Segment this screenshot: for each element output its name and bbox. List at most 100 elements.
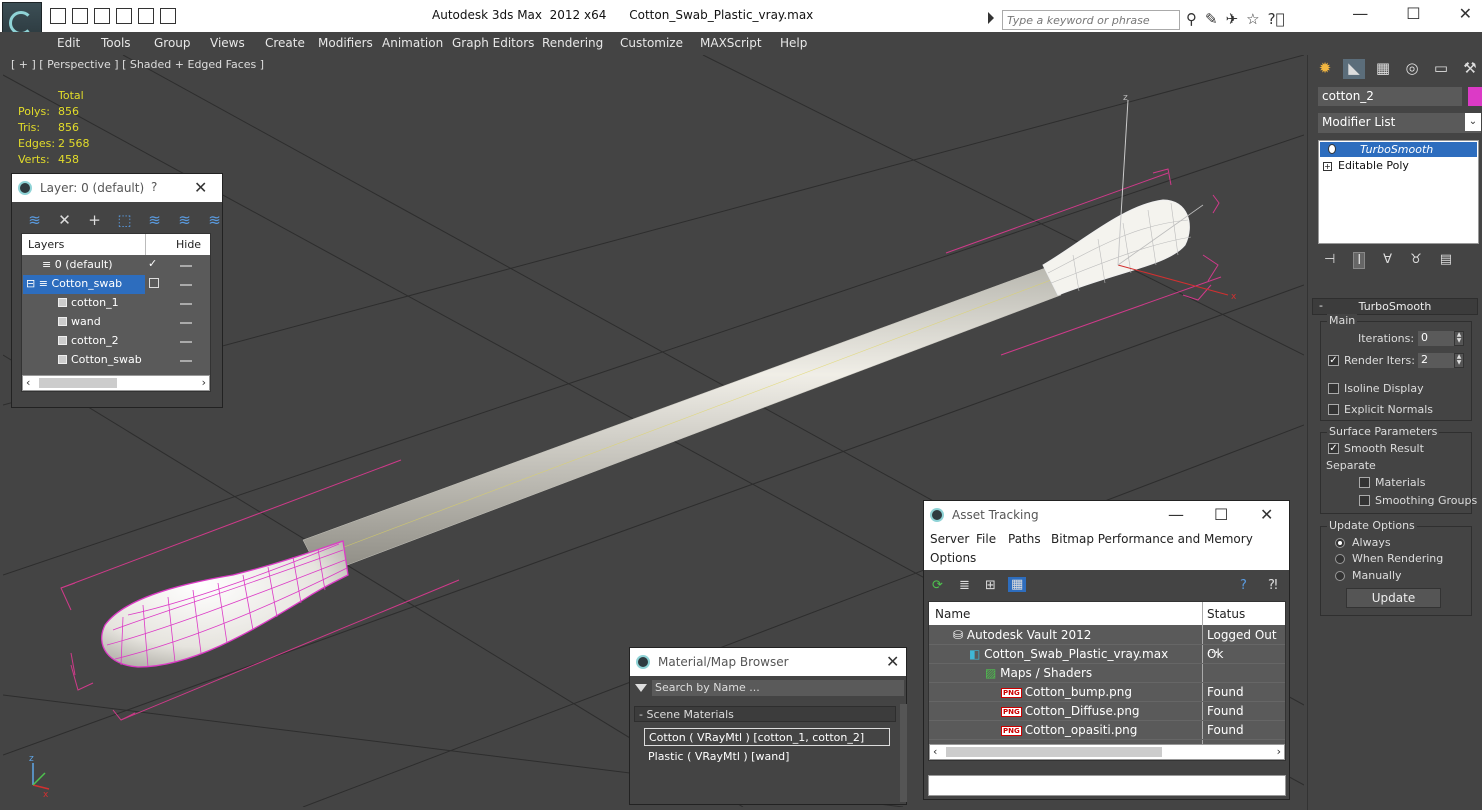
- menu-help[interactable]: Help: [780, 36, 807, 50]
- undo-icon[interactable]: [138, 8, 154, 24]
- asset-row[interactable]: PNG Cotton_Diffuse.png Found: [929, 702, 1285, 721]
- stack-item-turbosmooth[interactable]: TurboSmooth: [1320, 142, 1477, 157]
- asset-row[interactable]: ⛁ Autodesk Vault 2012 Logged Out ...: [929, 626, 1285, 656]
- layers-hscrollbar[interactable]: ‹ ›: [22, 375, 210, 391]
- close-icon[interactable]: ✕: [194, 178, 207, 197]
- render-iters-spinner[interactable]: 2: [1418, 353, 1454, 368]
- binoculars-icon[interactable]: ⚲: [1186, 10, 1197, 28]
- layer-object-row[interactable]: Cotton_swab: [22, 351, 210, 370]
- remove-modifier-icon[interactable]: ♉: [1410, 252, 1422, 269]
- close-icon[interactable]: ✕: [1459, 4, 1472, 23]
- highlight-layer-icon[interactable]: ≋: [146, 211, 163, 229]
- separate-materials-checkbox[interactable]: [1359, 477, 1370, 488]
- scroll-thumb[interactable]: [39, 378, 117, 388]
- show-end-result-icon[interactable]: I: [1353, 252, 1366, 269]
- material-item-cotton[interactable]: Cotton ( VRayMtl ) [cotton_1, cotton_2]: [644, 728, 890, 746]
- maximize-icon[interactable]: ☐: [1406, 4, 1420, 23]
- collapse-icon[interactable]: ⊟: [26, 277, 35, 290]
- stack-item-editable-poly[interactable]: + Editable Poly: [1323, 159, 1409, 172]
- scene-materials-group[interactable]: - Scene Materials: [634, 706, 896, 722]
- viewport-label-menu[interactable]: [ + ] [ Perspective ] [ Shaded + Edged F…: [11, 58, 264, 71]
- menu-graph-editors[interactable]: Graph Editors: [452, 36, 534, 50]
- explicit-normals-checkbox[interactable]: [1328, 404, 1339, 415]
- hierarchy-tab-icon[interactable]: ▦: [1372, 59, 1394, 79]
- active-check-icon[interactable]: ✓: [148, 257, 157, 270]
- modifier-list-dropdown[interactable]: Modifier List ⌄: [1318, 113, 1481, 133]
- communication-icon[interactable]: ✈: [1226, 10, 1239, 28]
- hide-all-icon[interactable]: ≋: [176, 211, 193, 229]
- create-layer-icon[interactable]: ≋: [26, 211, 43, 229]
- add-selection-icon[interactable]: +: [86, 211, 103, 229]
- layer-row[interactable]: ≡ 0 (default) ✓: [22, 256, 210, 275]
- material-browser-titlebar[interactable]: Material/Map Browser ✕: [630, 648, 906, 676]
- asset-hscrollbar[interactable]: ‹ ›: [929, 744, 1285, 760]
- isoline-display-checkbox[interactable]: [1328, 383, 1339, 394]
- update-button[interactable]: Update: [1346, 588, 1441, 608]
- create-tab-icon[interactable]: ✹: [1314, 59, 1336, 79]
- context-help-icon[interactable]: ⁈: [1268, 578, 1278, 593]
- col-layers-header[interactable]: Layers: [28, 238, 64, 251]
- modify-tab-icon[interactable]: ◣: [1343, 59, 1365, 79]
- material-vscrollbar[interactable]: [900, 704, 907, 802]
- new-icon[interactable]: [94, 8, 110, 24]
- chevron-down-icon[interactable]: ⌄: [1465, 113, 1481, 131]
- col-name-header[interactable]: Name: [935, 607, 970, 621]
- configure-sets-icon[interactable]: ▤: [1440, 252, 1452, 269]
- object-name-field[interactable]: cotton_2: [1318, 87, 1462, 106]
- browser-options-icon[interactable]: [635, 684, 647, 692]
- asset-row[interactable]: ◧ Cotton_Swab_Plastic_vray.max Ok: [929, 645, 1285, 664]
- col-hide-header[interactable]: Hide: [176, 238, 201, 251]
- help-search-input[interactable]: Type a keyword or phrase: [1002, 10, 1180, 30]
- menu-edit[interactable]: Edit: [57, 36, 80, 50]
- update-when-rendering-radio[interactable]: [1335, 554, 1345, 564]
- asset-row[interactable]: PNG Cotton_bump.png Found: [929, 683, 1285, 702]
- layer-help-button[interactable]: ?: [151, 180, 157, 194]
- close-icon[interactable]: ✕: [1260, 505, 1273, 524]
- list-view-icon[interactable]: ≣: [959, 578, 970, 593]
- menu-bitmap-performance[interactable]: Bitmap Performance and Memory: [1051, 532, 1253, 546]
- lightbulb-icon[interactable]: [1328, 144, 1336, 154]
- menu-group[interactable]: Group: [154, 36, 191, 50]
- asset-tracking-titlebar[interactable]: Asset Tracking — ☐ ✕: [924, 501, 1289, 529]
- help-icon[interactable]: ?⃝: [1268, 10, 1285, 28]
- col-status-header[interactable]: Status: [1207, 607, 1245, 621]
- menu-maxscript[interactable]: MAXScript: [700, 36, 762, 50]
- select-objects-icon[interactable]: ⬚: [116, 211, 133, 229]
- minimize-icon[interactable]: —: [1352, 4, 1368, 23]
- separate-smoothing-checkbox[interactable]: [1359, 495, 1370, 506]
- scroll-right-icon[interactable]: ›: [1277, 745, 1281, 758]
- save-icon[interactable]: [72, 8, 88, 24]
- material-search-input[interactable]: Search by Name ...: [652, 680, 904, 696]
- minimize-icon[interactable]: —: [1168, 505, 1184, 524]
- layer-object-row[interactable]: wand: [22, 313, 210, 332]
- object-color-swatch[interactable]: [1468, 87, 1482, 106]
- hide-toggle[interactable]: [180, 341, 192, 343]
- open-icon[interactable]: [50, 8, 66, 24]
- iterations-spin-arrows[interactable]: ▲ ▼: [1454, 331, 1464, 346]
- render-iters-checkbox[interactable]: ✓: [1328, 355, 1339, 366]
- maximize-icon[interactable]: ☐: [1214, 505, 1228, 524]
- asset-path-field[interactable]: [928, 775, 1286, 796]
- refresh-icon[interactable]: ⟳: [932, 578, 943, 593]
- menu-create[interactable]: Create: [265, 36, 305, 50]
- help-icon[interactable]: ?: [1240, 578, 1247, 593]
- menu-customize[interactable]: Customize: [620, 36, 683, 50]
- asset-row[interactable]: ▨ Maps / Shaders: [929, 664, 1285, 683]
- redo-icon[interactable]: [160, 8, 176, 24]
- hide-toggle[interactable]: [180, 284, 192, 286]
- delete-layer-icon[interactable]: ✕: [56, 211, 73, 229]
- active-box-icon[interactable]: [149, 278, 159, 288]
- menu-file[interactable]: File: [976, 532, 996, 546]
- hide-toggle[interactable]: [180, 303, 192, 305]
- table-view-icon[interactable]: ▦: [1008, 577, 1027, 592]
- scroll-thumb[interactable]: [946, 747, 1162, 757]
- scroll-left-icon[interactable]: ‹: [26, 376, 30, 389]
- layer-row[interactable]: ⊟ ≡ Cotton_swab: [22, 275, 210, 294]
- make-unique-icon[interactable]: ∀: [1383, 252, 1392, 269]
- search-expand-icon[interactable]: [988, 12, 994, 24]
- smooth-result-checkbox[interactable]: ✓: [1328, 443, 1339, 454]
- pin-stack-icon[interactable]: ⊣: [1324, 252, 1335, 269]
- layer-object-row[interactable]: cotton_1: [22, 294, 210, 313]
- hide-toggle[interactable]: [180, 360, 192, 362]
- expand-icon[interactable]: +: [1323, 162, 1332, 171]
